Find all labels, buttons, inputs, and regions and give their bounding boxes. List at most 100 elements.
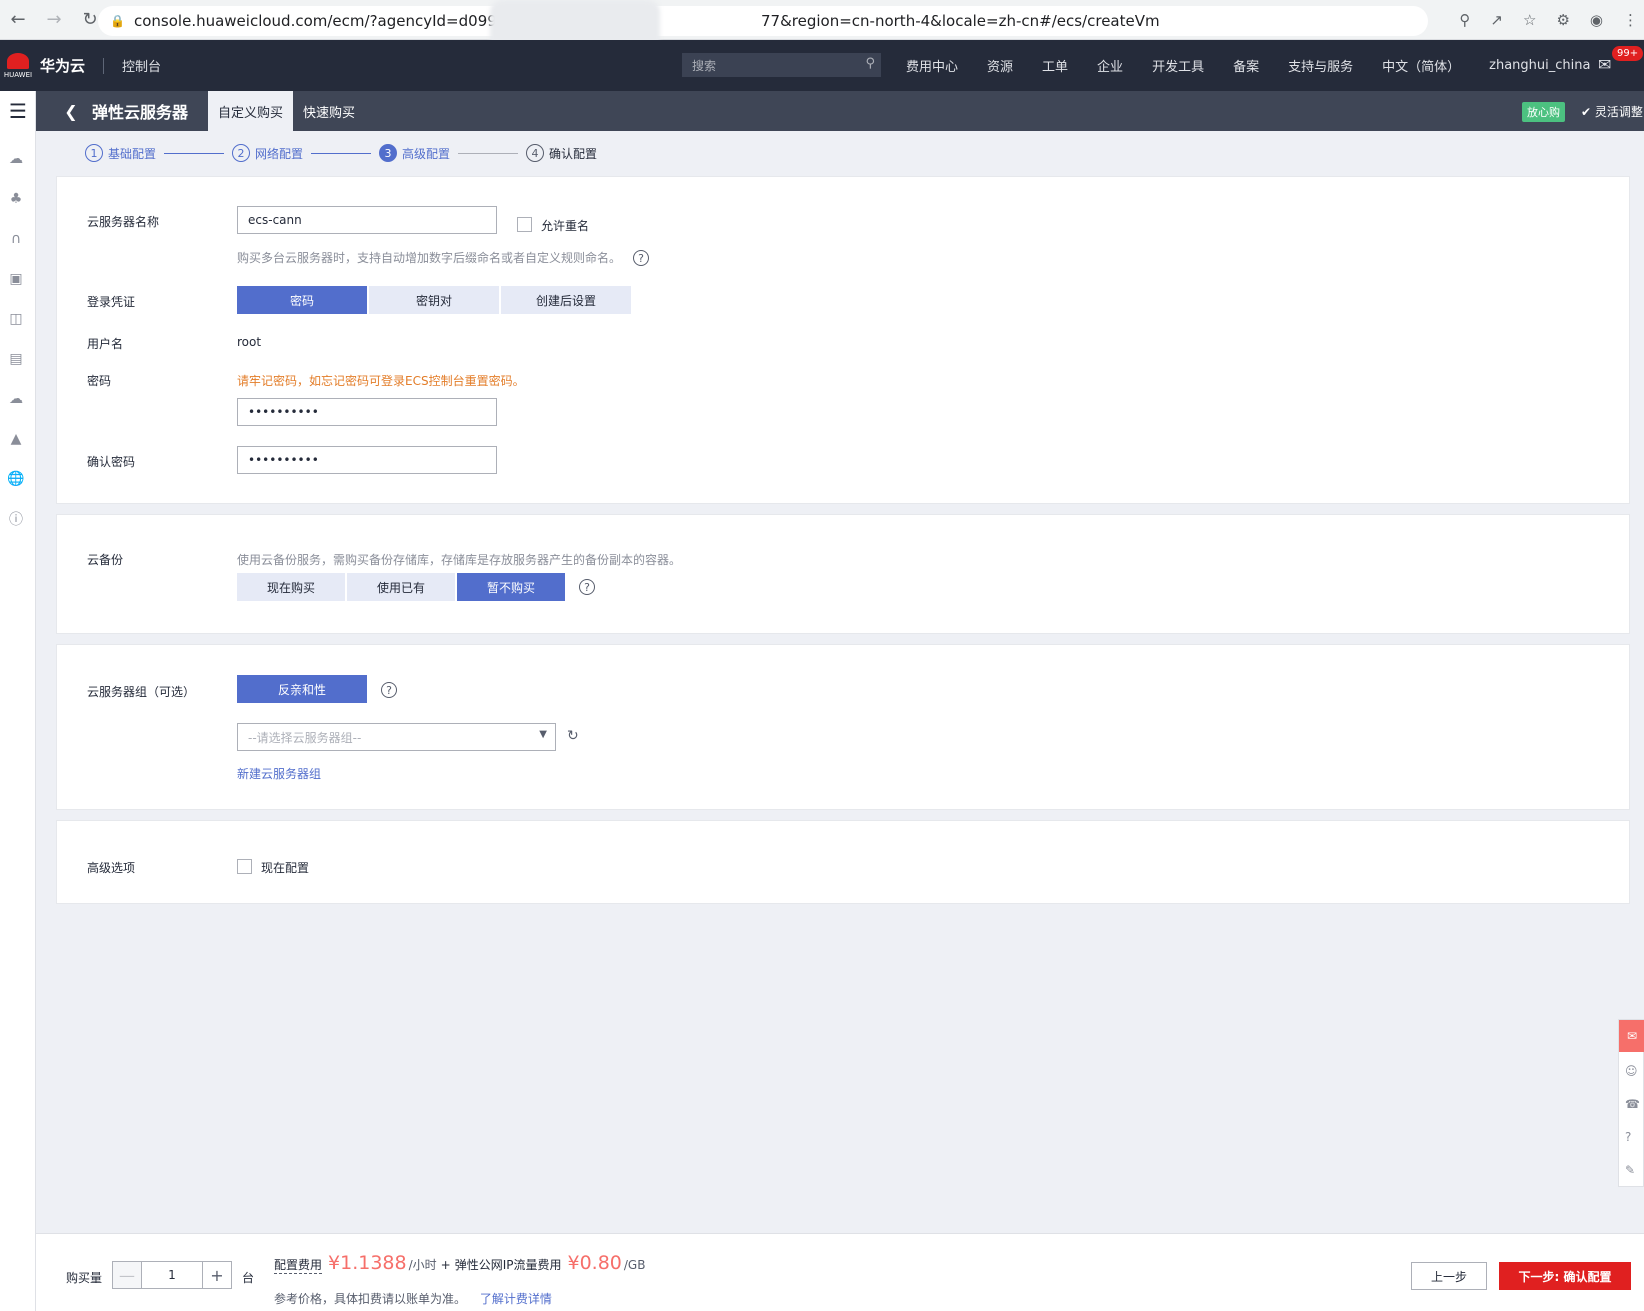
new-server-group-link[interactable]: 新建云服务器组 xyxy=(237,765,321,782)
tab-custom-purchase[interactable]: 自定义购买 xyxy=(208,91,294,131)
edit-icon[interactable]: ✎ xyxy=(1625,1163,1639,1177)
previous-step-button[interactable]: 上一步 xyxy=(1411,1262,1487,1290)
confirm-password-label: 确认密码 xyxy=(87,455,136,469)
config-fee-label[interactable]: 配置费用 xyxy=(274,1256,323,1274)
step-1-label[interactable]: 基础配置 xyxy=(108,145,156,162)
tab-quick-purchase[interactable]: 快速购买 xyxy=(293,91,365,131)
confirm-password-input[interactable]: •••••••••• xyxy=(237,446,497,474)
question-icon[interactable]: ? xyxy=(1625,1130,1639,1144)
forward-arrow-icon[interactable]: → xyxy=(36,0,72,40)
credential-keypair-option[interactable]: 密钥对 xyxy=(369,286,499,314)
back-chevron-icon[interactable]: ❮ xyxy=(54,102,88,121)
server-group-label: 云服务器组（可选） xyxy=(87,685,196,699)
decrease-button[interactable]: — xyxy=(113,1262,141,1288)
page-header: ❮ 弹性云服务器 自定义购买 快速购买 放心购 ✔ 灵活调整 xyxy=(36,91,1644,131)
allow-duplicate-checkbox[interactable] xyxy=(517,217,532,232)
search-placeholder: 搜索 xyxy=(692,58,717,73)
back-arrow-icon[interactable]: ← xyxy=(0,0,36,40)
password-label: 密码 xyxy=(87,374,112,388)
backup-use-existing-option[interactable]: 使用已有 xyxy=(347,573,455,601)
nav-username[interactable]: zhanghui_china xyxy=(1489,58,1590,73)
brand-name[interactable]: 华为云 xyxy=(40,55,85,76)
headset-icon[interactable]: ☎ xyxy=(1625,1097,1640,1111)
purchase-footer: 购买量 — 1 + 台 配置费用 ¥1.1388 /小时 + 弹性公网IP流量费… xyxy=(36,1233,1644,1311)
chat-icon[interactable]: ✉ xyxy=(1619,1020,1644,1052)
step-2-label[interactable]: 网络配置 xyxy=(255,145,303,162)
key-icon[interactable]: ⚲ xyxy=(1459,11,1470,29)
more-icon[interactable]: ⋮ xyxy=(1623,11,1638,29)
dropdown-caret-icon: ▼ xyxy=(539,729,547,740)
server-group-select[interactable]: --请选择云服务器组-- ▼ xyxy=(237,723,556,751)
password-warning: 请牢记密码，如忘记密码可登录ECS控制台重置密码。 xyxy=(237,374,525,388)
credential-later-option[interactable]: 创建后设置 xyxy=(501,286,631,314)
increase-button[interactable]: + xyxy=(203,1262,231,1288)
config-fee-price: ¥1.1388 xyxy=(328,1252,407,1274)
help-icon[interactable]: ? xyxy=(381,682,397,698)
nav-devtools[interactable]: 开发工具 xyxy=(1152,56,1204,75)
search-input[interactable]: 搜索 ⚲ xyxy=(682,53,881,77)
cloud-backup-label: 云备份 xyxy=(87,553,124,567)
backup-skip-option[interactable]: 暂不购买 xyxy=(457,573,565,601)
backup-buy-now-option[interactable]: 现在购买 xyxy=(237,573,345,601)
profile-avatar[interactable]: ◉ xyxy=(1590,11,1603,29)
notification-badge: 99+ xyxy=(1612,46,1644,61)
search-icon[interactable]: ⚲ xyxy=(865,56,875,71)
globe-icon[interactable]: 🌐 xyxy=(4,469,28,489)
cloud-backup-card: 云备份 使用云备份服务，需购买备份存储库，存储库是存放服务器产生的备份副本的容器… xyxy=(56,514,1630,634)
ip-icon[interactable]: ⓘ xyxy=(4,509,28,529)
deploy-icon[interactable]: ▲ xyxy=(4,429,28,449)
share-icon[interactable]: ↗ xyxy=(1490,11,1503,29)
address-bar[interactable]: 🔒 console.huaweicloud.com/ecm/?agencyId=… xyxy=(98,6,1428,36)
hamburger-menu-icon[interactable]: ☰ xyxy=(0,91,36,131)
next-step-button[interactable]: 下一步: 确认配置 xyxy=(1499,1262,1631,1290)
help-icon[interactable]: ? xyxy=(633,250,649,266)
cloud-backup-hint: 使用云备份服务，需购买备份存储库，存储库是存放服务器产生的备份副本的容器。 xyxy=(237,553,682,567)
refresh-icon[interactable]: ↻ xyxy=(567,728,579,744)
database-icon[interactable]: ◫ xyxy=(4,309,28,329)
nav-tickets[interactable]: 工单 xyxy=(1042,56,1068,75)
console-link[interactable]: 控制台 xyxy=(122,56,161,75)
nav-enterprise[interactable]: 企业 xyxy=(1097,56,1123,75)
extensions-icon[interactable]: ⚙ xyxy=(1556,11,1569,29)
plus-sign: + xyxy=(440,1258,451,1272)
username-value: root xyxy=(237,335,262,349)
configure-now-checkbox[interactable] xyxy=(237,859,252,874)
network-icon[interactable]: ∩ xyxy=(4,229,28,249)
nav-resources[interactable]: 资源 xyxy=(987,56,1013,75)
select-placeholder: --请选择云服务器组-- xyxy=(248,730,362,745)
quantity-stepper: — 1 + xyxy=(112,1261,232,1289)
smile-icon[interactable]: ☺ xyxy=(1625,1064,1639,1078)
nav-filing[interactable]: 备案 xyxy=(1233,56,1259,75)
mail-icon[interactable]: ✉ xyxy=(1598,55,1611,74)
credential-password-option[interactable]: 密码 xyxy=(237,286,367,314)
anti-affinity-button[interactable]: 反亲和性 xyxy=(237,675,367,703)
quantity-unit: 台 xyxy=(242,1271,255,1285)
flexible-adjust[interactable]: ✔ 灵活调整 xyxy=(1581,103,1643,120)
star-icon[interactable]: ☆ xyxy=(1523,11,1536,29)
cloud-server-icon[interactable]: ☁ xyxy=(4,149,28,169)
floating-toolbar: ✉ ☺ ☎ ? ✎ xyxy=(1618,1019,1644,1187)
step-4-circle: 4 xyxy=(526,144,545,162)
server-name-label: 云服务器名称 xyxy=(87,215,160,229)
huawei-logo[interactable]: HUAWEI xyxy=(0,40,36,91)
eip-fee-price: ¥0.80 xyxy=(567,1252,622,1274)
document-icon[interactable]: ▤ xyxy=(4,349,28,369)
assurance-badge: 放心购 xyxy=(1522,102,1565,122)
cloud-icon[interactable]: ☁ xyxy=(4,389,28,409)
password-input[interactable]: •••••••••• xyxy=(237,398,497,426)
help-icon[interactable]: ? xyxy=(579,579,595,595)
server-name-hint: 购买多台云服务器时，支持自动增加数字后缀命名或者自定义规则命名。 xyxy=(237,251,622,265)
step-4-label: 确认配置 xyxy=(549,146,598,161)
nav-language[interactable]: 中文（简体） xyxy=(1382,56,1460,75)
fee-note-text: 参考价格，具体扣费请以账单为准。 xyxy=(274,1292,467,1306)
login-credential-label: 登录凭证 xyxy=(87,295,136,309)
server-group-card: 云服务器组（可选） 反亲和性 ? --请选择云服务器组-- ▼ ↻ 新建云服务器… xyxy=(56,644,1630,810)
cluster-icon[interactable]: ♣ xyxy=(4,189,28,209)
quantity-input[interactable]: 1 xyxy=(141,1262,203,1288)
storage-icon[interactable]: ▣ xyxy=(4,269,28,289)
nav-billing[interactable]: 费用中心 xyxy=(906,56,958,75)
nav-support[interactable]: 支持与服务 xyxy=(1288,56,1353,75)
pricing-details-link[interactable]: 了解计费详情 xyxy=(480,1292,552,1306)
url-text-end: 77&region=cn-north-4&locale=zh-cn#/ecs/c… xyxy=(761,12,1160,30)
server-name-input[interactable]: ecs-cann xyxy=(237,206,497,234)
